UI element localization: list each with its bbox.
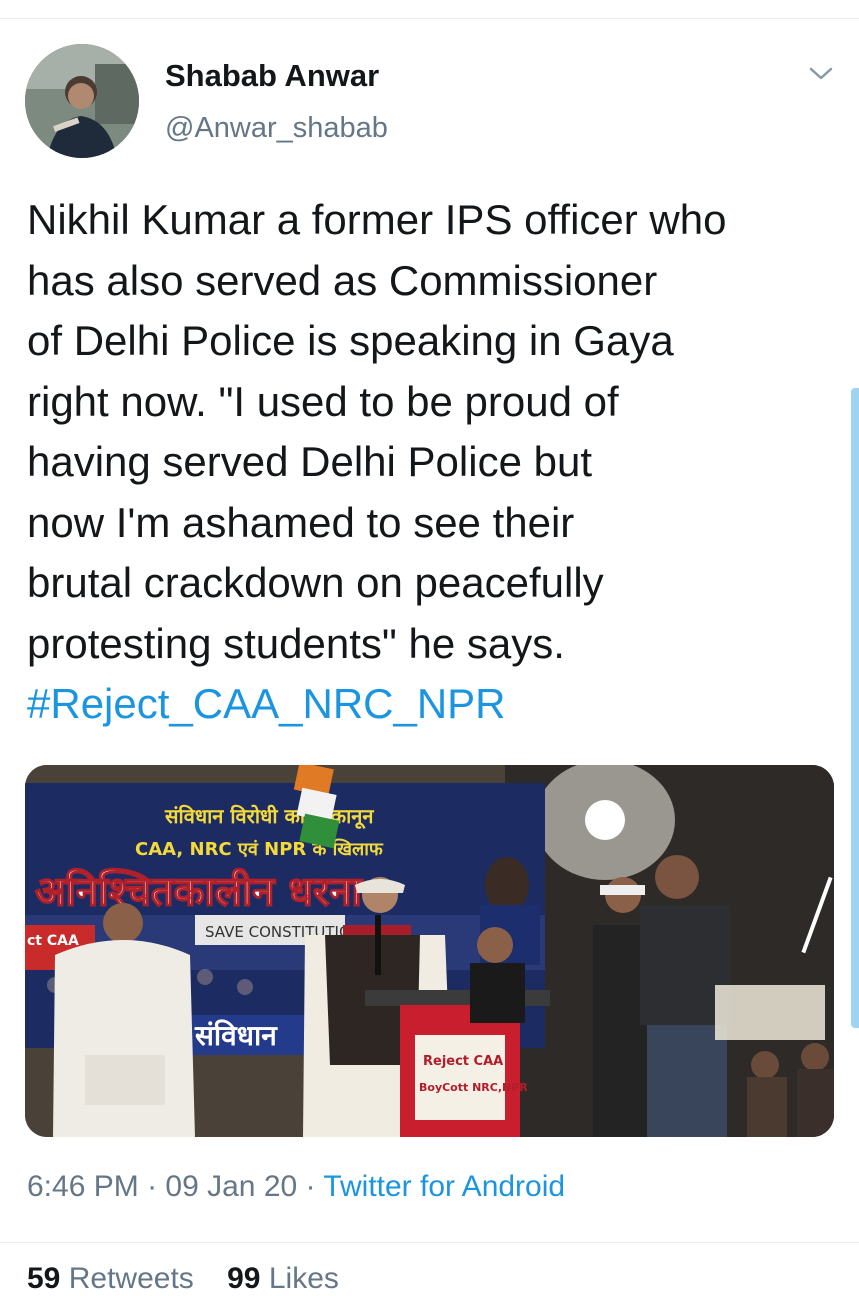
avatar[interactable] xyxy=(25,44,139,158)
tweet-text-line: now I'm ashamed to see their xyxy=(27,498,575,546)
author-display-name[interactable]: Shabab Anwar xyxy=(165,58,379,94)
tweet-text-line: of Delhi Police is speaking in Gaya xyxy=(27,317,674,364)
tweet-meta: 6:46 PM · 09 Jan 20 · Twitter for Androi… xyxy=(27,1170,565,1204)
avatar-photo xyxy=(25,44,139,158)
author-handle[interactable]: @Anwar_shabab xyxy=(165,112,388,145)
podium-line2: BoyCott NRC,NPR xyxy=(419,1081,528,1094)
meta-separator: · xyxy=(297,1170,324,1203)
tweet-source-link[interactable]: Twitter for Android xyxy=(323,1170,565,1203)
retweets-label: Retweets xyxy=(68,1262,194,1295)
tweet-text: Nikhil Kumar a former IPS officer who ha… xyxy=(27,190,842,735)
retweets-stat[interactable]: 59 Retweets xyxy=(27,1262,194,1295)
protest-photo: संविधान विरोधी काला कानून CAA, NRC एवं N… xyxy=(25,765,834,1137)
podium-line1: Reject CAA xyxy=(423,1054,503,1069)
tweet-text-line: brutal crackdown on peaceful​ly xyxy=(27,559,604,606)
tweet-text-line: Nikhil Kumar a former IPS officer who xyxy=(27,196,727,243)
tweet-stats: 59 Retweets 99 Likes xyxy=(27,1262,339,1296)
tweet-media-photo[interactable]: संविधान विरोधी काला कानून CAA, NRC एवं N… xyxy=(25,765,834,1137)
tweet-text-line: right now. "I used to be proud of xyxy=(27,377,619,425)
tweet-date: 09 Jan 20 xyxy=(165,1170,298,1203)
tweet-text-line: having served Delhi Police but xyxy=(27,438,592,485)
tweet-text-line: has also served as Commissioner xyxy=(27,256,658,304)
likes-label: Likes xyxy=(268,1262,339,1295)
banner-line2: CAA, NRC एवं NPR के खिलाफ xyxy=(135,838,384,860)
meta-separator: · xyxy=(138,1170,166,1203)
likes-count: 99 xyxy=(227,1262,261,1295)
banner-line1: संविधान विरोधी काला कानून xyxy=(164,804,374,829)
tweet-text-line: protesting students" he says. xyxy=(27,619,565,667)
chevron-down-icon[interactable] xyxy=(806,64,836,84)
hashtag-link[interactable]: #Reject_CAA_NRC_NPR xyxy=(27,674,842,735)
stats-divider xyxy=(0,1242,859,1243)
banner-big: अनिश्चितकालीन धरना xyxy=(35,868,364,915)
scrollbar[interactable] xyxy=(851,388,859,1028)
bottom-strip: संविधान xyxy=(194,1019,278,1052)
retweets-count: 59 xyxy=(27,1262,61,1295)
left-tag: ct CAA xyxy=(27,933,79,949)
tweet-time: 6:46 PM xyxy=(27,1170,139,1203)
top-divider xyxy=(0,18,859,19)
likes-stat[interactable]: 99 Likes xyxy=(227,1262,339,1295)
